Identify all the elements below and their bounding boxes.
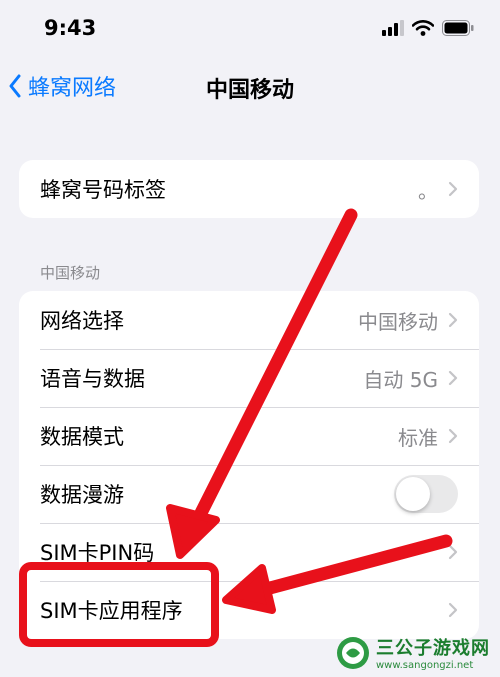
watermark-url: www.sangongzi.net [376, 660, 474, 671]
watermark: 三公子游戏网 www.sangongzi.net [336, 634, 490, 671]
annotation-arrow-diagonal [166, 208, 358, 559]
watermark-title: 三公子游戏网 [376, 638, 490, 659]
watermark-logo-icon [337, 636, 369, 669]
annotation-arrows [166, 208, 453, 614]
watermark-text: 三公子游戏网 www.sangongzi.net [376, 634, 490, 671]
annotation-arrow-horizontal [222, 534, 453, 614]
